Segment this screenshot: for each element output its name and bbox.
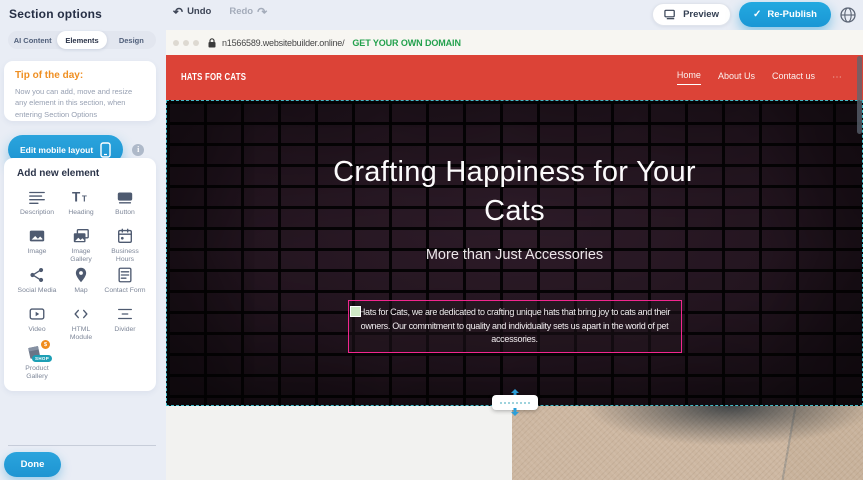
element-description[interactable]: Description [16,187,58,226]
element-video[interactable]: Video [16,304,58,343]
nav-contact-us[interactable]: Contact us [772,71,815,85]
hero-paragraph-box[interactable]: Hats for Cats, we are dedicated to craft… [348,300,682,353]
redo-icon: ↷ [257,7,267,17]
map-icon [72,265,90,284]
devices-icon [664,9,677,20]
nav-home[interactable]: Home [677,70,701,85]
next-section-image [512,406,863,480]
tip-title: Tip of the day: [15,70,145,81]
done-button[interactable]: Done [4,452,61,477]
element-business-hours[interactable]: Business Hours [104,226,146,265]
svg-text:T: T [82,194,87,203]
check-icon: ✓ [753,9,761,20]
element-social-media[interactable]: Social Media [16,265,58,304]
next-section [166,406,863,480]
divider-icon [116,304,134,323]
redo-button[interactable]: Redo ↷ [229,6,267,17]
site-logo[interactable]: HATS FOR CATS [181,72,246,83]
element-map[interactable]: Map [60,265,102,304]
element-button[interactable]: Button [104,187,146,226]
element-resize-handle[interactable] [350,306,361,317]
contact-form-icon [116,265,134,284]
info-icon[interactable]: i [132,144,144,156]
heading-icon: TT [72,187,90,206]
svg-text:T: T [72,189,81,204]
element-grid: Description TT Heading Button Image [16,187,156,382]
undo-icon: ↶ [173,7,183,17]
element-image-gallery[interactable]: Image Gallery [60,226,102,265]
nav-about-us[interactable]: About Us [718,71,755,85]
preview-label: Preview [683,9,719,20]
edit-mobile-layout-label: Edit mobile layout [20,145,93,155]
tip-of-the-day-card: Tip of the day: Now you can add, move an… [4,61,156,121]
hero-subtitle[interactable]: More than Just Accessories [300,247,730,263]
globe-icon[interactable] [839,6,857,24]
hero-section: Crafting Happiness for Your Cats More th… [166,100,863,406]
redo-label: Redo [229,6,253,17]
element-product-gallery[interactable]: $ SHOP Product Gallery [16,343,58,382]
social-media-icon [28,265,46,284]
tab-elements[interactable]: Elements [57,31,106,49]
app-topbar: Section options ↶ Undo Redo ↷ Preview ✓ … [0,0,863,30]
tab-ai-content[interactable]: AI Content [8,31,57,49]
site-url: n1566589.websitebuilder.online/ [222,38,344,48]
video-icon [28,304,46,323]
panel-divider [8,445,156,446]
preview-button[interactable]: Preview [652,3,731,26]
republish-button[interactable]: ✓ Re-Publish [739,2,831,27]
tab-design[interactable]: Design [107,31,156,49]
element-image[interactable]: Image [16,226,58,265]
history-controls: ↶ Undo Redo ↷ [173,6,267,17]
html-module-icon [72,304,90,323]
browser-chrome: n1566589.websitebuilder.online/ GET YOUR… [166,30,863,55]
image-gallery-icon [72,226,90,245]
canvas-scrollbar[interactable] [857,56,862,134]
element-heading[interactable]: TT Heading [60,187,102,226]
price-badge-icon: $ [41,340,50,349]
element-divider[interactable]: Divider [104,304,146,343]
undo-label: Undo [187,6,211,17]
drag-dots-icon [500,402,530,404]
shop-badge: SHOP [32,355,52,362]
undo-button[interactable]: ↶ Undo [173,6,211,17]
sidebar: AI Content Elements Design Tip of the da… [0,30,166,480]
lock-icon [208,38,216,48]
tip-body: Now you can add, move and resize any ele… [15,86,145,120]
product-gallery-icon: $ SHOP [26,343,48,362]
nav-more-icon[interactable]: ⋯ [832,72,843,83]
description-icon [28,187,46,206]
hero-title[interactable]: Crafting Happiness for Your Cats [300,153,730,231]
section-resize-control [492,391,538,414]
arrow-down-icon [510,408,520,416]
element-html-module[interactable]: HTML Module [60,304,102,343]
site-nav: Home About Us Contact us ⋯ [677,55,843,100]
get-domain-link[interactable]: GET YOUR OWN DOMAIN [352,38,460,48]
site-preview-canvas: n1566589.websitebuilder.online/ GET YOUR… [166,30,863,480]
phone-icon [100,142,111,158]
add-element-title: Add new element [17,168,156,179]
add-element-card: Add new element Description TT Heading B… [4,158,156,391]
element-contact-form[interactable]: Contact Form [104,265,146,304]
business-hours-icon [116,226,134,245]
site-header: HATS FOR CATS Home About Us Contact us ⋯ [166,55,863,100]
republish-label: Re-Publish [767,9,817,20]
button-icon [116,187,134,206]
topbar-actions: Preview ✓ Re-Publish [652,2,857,27]
browser-dots-icon [173,40,199,46]
image-icon [28,226,46,245]
sidebar-tabs: AI Content Elements Design [8,31,156,49]
page-title: Section options [9,7,102,21]
hero-paragraph: Hats for Cats, we are dedicated to craft… [357,306,673,347]
